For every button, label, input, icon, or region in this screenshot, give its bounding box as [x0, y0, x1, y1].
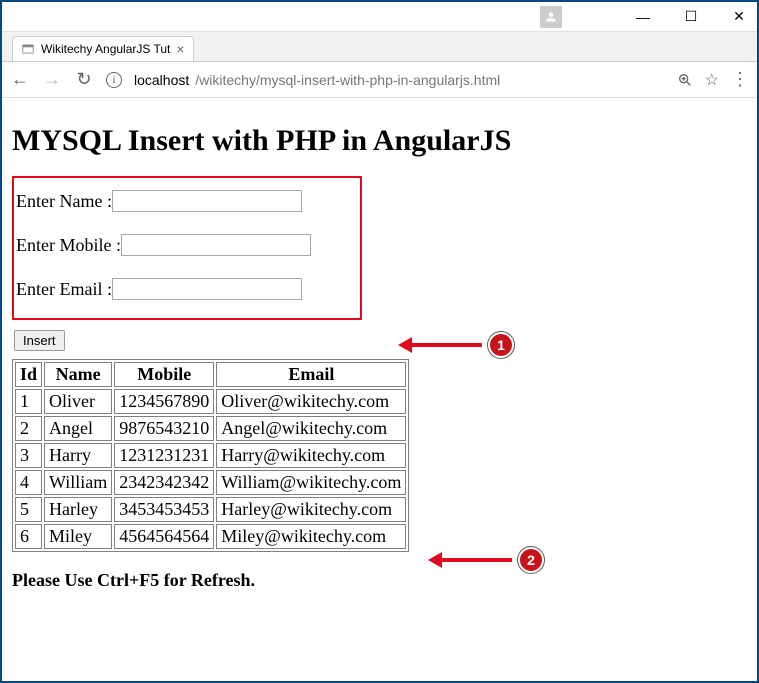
url-path: /wikitechy/mysql-insert-with-php-in-angu…: [195, 72, 500, 88]
url-display[interactable]: localhost/wikitechy/mysql-insert-with-ph…: [134, 72, 665, 88]
table-row: 3 Harry 1231231231 Harry@wikitechy.com: [15, 443, 406, 468]
browser-tab[interactable]: Wikitechy AngularJS Tut ×: [12, 36, 194, 61]
cell-id: 3: [15, 443, 42, 468]
cell-mobile: 1234567890: [114, 389, 214, 414]
cell-email: Harry@wikitechy.com: [216, 443, 406, 468]
cell-mobile: 2342342342: [114, 470, 214, 495]
callout-arrow-1: 1: [398, 332, 514, 358]
maximize-button[interactable]: ☐: [681, 8, 701, 25]
site-info-icon[interactable]: i: [106, 72, 122, 88]
cell-id: 6: [15, 524, 42, 549]
cell-id: 1: [15, 389, 42, 414]
tab-bar: Wikitechy AngularJS Tut ×: [2, 32, 757, 62]
table-row: 4 William 2342342342 William@wikitechy.c…: [15, 470, 406, 495]
page-content: MYSQL Insert with PHP in AngularJS Enter…: [2, 98, 757, 599]
col-email: Email: [216, 362, 406, 387]
cell-email: Angel@wikitechy.com: [216, 416, 406, 441]
cell-name: Oliver: [44, 389, 112, 414]
bookmark-star-icon[interactable]: ☆: [705, 70, 719, 90]
col-mobile: Mobile: [114, 362, 214, 387]
col-name: Name: [44, 362, 112, 387]
cell-email: Oliver@wikitechy.com: [216, 389, 406, 414]
page-title: MYSQL Insert with PHP in AngularJS: [12, 124, 747, 158]
url-host: localhost: [134, 72, 189, 88]
name-label: Enter Name :: [16, 191, 112, 212]
close-window-button[interactable]: ✕: [729, 8, 749, 25]
forward-button: →: [42, 69, 62, 90]
email-input[interactable]: [112, 278, 302, 300]
table-row: 1 Oliver 1234567890 Oliver@wikitechy.com: [15, 389, 406, 414]
cell-email: William@wikitechy.com: [216, 470, 406, 495]
cell-mobile: 4564564564: [114, 524, 214, 549]
table-header-row: Id Name Mobile Email: [15, 362, 406, 387]
table-row: 5 Harley 3453453453 Harley@wikitechy.com: [15, 497, 406, 522]
col-id: Id: [15, 362, 42, 387]
data-table: Id Name Mobile Email 1 Oliver 1234567890…: [12, 359, 409, 552]
cell-name: William: [44, 470, 112, 495]
tab-favicon: [21, 42, 35, 56]
arrow-head-icon: [398, 337, 412, 353]
cell-id: 4: [15, 470, 42, 495]
zoom-icon[interactable]: [677, 72, 693, 88]
cell-name: Angel: [44, 416, 112, 441]
cell-mobile: 1231231231: [114, 443, 214, 468]
mobile-input[interactable]: [121, 234, 311, 256]
cell-email: Harley@wikitechy.com: [216, 497, 406, 522]
arrow-line: [412, 343, 482, 347]
back-button[interactable]: ←: [10, 69, 30, 90]
arrow-head-icon: [428, 552, 442, 568]
address-bar: ← → ↻ i localhost/wikitechy/mysql-insert…: [2, 62, 757, 98]
cell-name: Harry: [44, 443, 112, 468]
email-label: Enter Email :: [16, 279, 112, 300]
arrow-line: [442, 558, 512, 562]
browser-menu-icon[interactable]: ⋮: [731, 69, 749, 90]
insert-button[interactable]: Insert: [14, 330, 65, 351]
callout-badge-1: 1: [488, 332, 514, 358]
cell-mobile: 9876543210: [114, 416, 214, 441]
reload-button[interactable]: ↻: [74, 69, 94, 90]
minimize-button[interactable]: —: [633, 9, 653, 25]
tab-close-icon[interactable]: ×: [176, 41, 184, 57]
mobile-label: Enter Mobile :: [16, 235, 121, 256]
name-input[interactable]: [112, 190, 302, 212]
cell-email: Miley@wikitechy.com: [216, 524, 406, 549]
browser-window: — ☐ ✕ Wikitechy AngularJS Tut × ← → ↻ i …: [0, 0, 759, 683]
input-form: Enter Name : Enter Mobile : Enter Email …: [12, 176, 362, 320]
callout-arrow-2: 2: [428, 547, 544, 573]
table-row: 2 Angel 9876543210 Angel@wikitechy.com: [15, 416, 406, 441]
user-account-icon[interactable]: [540, 6, 562, 28]
table-row: 6 Miley 4564564564 Miley@wikitechy.com: [15, 524, 406, 549]
cell-mobile: 3453453453: [114, 497, 214, 522]
refresh-note: Please Use Ctrl+F5 for Refresh.: [12, 570, 747, 591]
cell-id: 5: [15, 497, 42, 522]
window-titlebar: — ☐ ✕: [2, 2, 757, 32]
cell-name: Miley: [44, 524, 112, 549]
callout-badge-2: 2: [518, 547, 544, 573]
cell-id: 2: [15, 416, 42, 441]
tab-title: Wikitechy AngularJS Tut: [41, 42, 170, 56]
cell-name: Harley: [44, 497, 112, 522]
